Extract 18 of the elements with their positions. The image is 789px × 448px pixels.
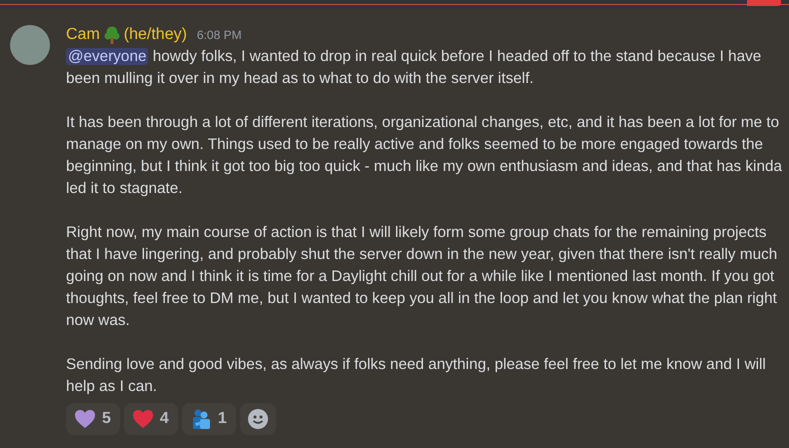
message-paragraph: Right now, my main course of action is that I will likely form some group chats for the remaining projects that I have lingering, and probably shut the server down in the new year, given that there isn't really much going on now and I think it is time for a Daylight chill out for a while like I mentioned last month. If you got thoughts, feel free to DM me, but I wanted to keep you all in the loop and let you know what the plan right now was. <box>66 223 778 331</box>
smiley-icon <box>248 409 268 429</box>
heart-icon <box>132 410 153 428</box>
avatar[interactable] <box>10 25 50 65</box>
timestamp: 6:08 PM <box>196 28 242 42</box>
message-paragraph: @everyone howdy folks, I wanted to drop in real quick before I headed off to the stand because I have been mulling it over in my head as to what to do with the server itself. <box>66 47 762 89</box>
pronouns: (he/they) <box>124 26 187 44</box>
tree-icon <box>104 26 120 44</box>
add-reaction-button[interactable] <box>240 403 276 435</box>
message-paragraph: Sending love and good vibes, as always if folks need anything, please feel free to let me know and I will help as I can. <box>66 355 767 397</box>
reaction-button[interactable]: 1 <box>182 403 236 435</box>
message-paragraph: It has been through a lot of different iterations, organizational changes, etc, and it has been a lot for me to manage on my own. Things used to be really active and folks seemed to be more engaged towards the beginning, but I think it got too big too quick - much like my own enthusiasm and ideas, and that has kinda led it to stagnate. <box>66 113 783 199</box>
heart-icon <box>75 410 95 428</box>
hugging-people-icon <box>190 409 211 429</box>
mention-link[interactable]: @everyone <box>66 48 148 65</box>
reaction-button[interactable]: 4 <box>124 403 178 435</box>
author-name[interactable]: Cam <box>66 26 100 44</box>
reaction-button[interactable]: 5 <box>66 403 120 435</box>
